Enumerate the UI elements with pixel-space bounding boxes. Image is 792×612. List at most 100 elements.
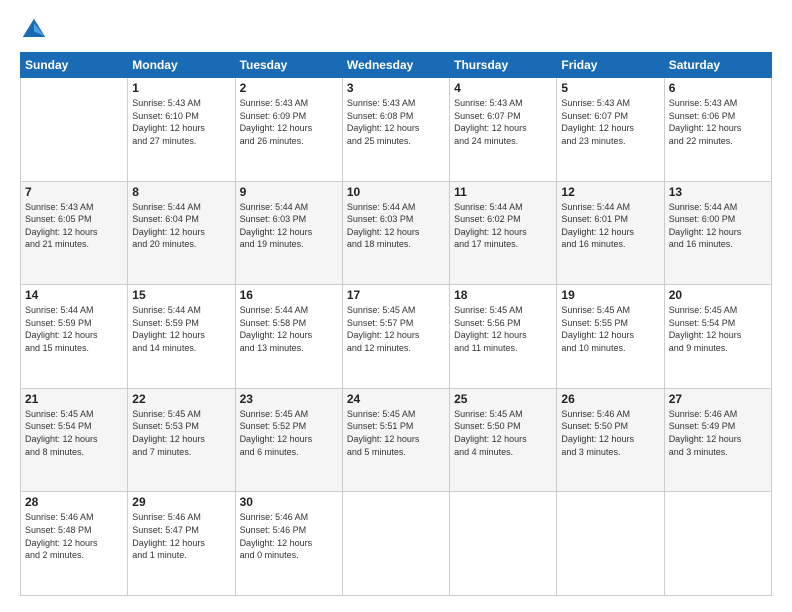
calendar-cell: 17 Sunrise: 5:45 AM Sunset: 5:57 PM Dayli… xyxy=(342,285,449,389)
day-info: Sunrise: 5:43 AM Sunset: 6:08 PM Dayligh… xyxy=(347,97,445,147)
day-number: 5 xyxy=(561,81,659,95)
day-info: Sunrise: 5:45 AM Sunset: 5:55 PM Dayligh… xyxy=(561,304,659,354)
day-number: 7 xyxy=(25,185,123,199)
day-number: 12 xyxy=(561,185,659,199)
calendar-cell: 23 Sunrise: 5:45 AM Sunset: 5:52 PM Dayli… xyxy=(235,388,342,492)
calendar-cell xyxy=(342,492,449,596)
day-number: 21 xyxy=(25,392,123,406)
calendar-header-row: SundayMondayTuesdayWednesdayThursdayFrid… xyxy=(21,53,772,78)
calendar-cell: 15 Sunrise: 5:44 AM Sunset: 5:59 PM Dayli… xyxy=(128,285,235,389)
day-number: 16 xyxy=(240,288,338,302)
calendar-cell: 20 Sunrise: 5:45 AM Sunset: 5:54 PM Dayli… xyxy=(664,285,771,389)
day-header-wednesday: Wednesday xyxy=(342,53,449,78)
day-number: 14 xyxy=(25,288,123,302)
calendar-cell: 25 Sunrise: 5:45 AM Sunset: 5:50 PM Dayli… xyxy=(450,388,557,492)
calendar-cell: 6 Sunrise: 5:43 AM Sunset: 6:06 PM Daylig… xyxy=(664,78,771,182)
calendar-cell: 19 Sunrise: 5:45 AM Sunset: 5:55 PM Dayli… xyxy=(557,285,664,389)
day-number: 29 xyxy=(132,495,230,509)
week-row-1: 7 Sunrise: 5:43 AM Sunset: 6:05 PM Daylig… xyxy=(21,181,772,285)
day-header-sunday: Sunday xyxy=(21,53,128,78)
calendar-cell: 12 Sunrise: 5:44 AM Sunset: 6:01 PM Dayli… xyxy=(557,181,664,285)
day-number: 20 xyxy=(669,288,767,302)
day-info: Sunrise: 5:46 AM Sunset: 5:50 PM Dayligh… xyxy=(561,408,659,458)
day-number: 22 xyxy=(132,392,230,406)
calendar-cell: 4 Sunrise: 5:43 AM Sunset: 6:07 PM Daylig… xyxy=(450,78,557,182)
day-info: Sunrise: 5:44 AM Sunset: 6:01 PM Dayligh… xyxy=(561,201,659,251)
day-number: 4 xyxy=(454,81,552,95)
day-info: Sunrise: 5:45 AM Sunset: 5:51 PM Dayligh… xyxy=(347,408,445,458)
day-info: Sunrise: 5:45 AM Sunset: 5:53 PM Dayligh… xyxy=(132,408,230,458)
calendar-cell: 21 Sunrise: 5:45 AM Sunset: 5:54 PM Dayli… xyxy=(21,388,128,492)
day-info: Sunrise: 5:43 AM Sunset: 6:07 PM Dayligh… xyxy=(454,97,552,147)
day-info: Sunrise: 5:44 AM Sunset: 6:00 PM Dayligh… xyxy=(669,201,767,251)
calendar-cell: 16Sunrise: 5:44 AM Sunset: 5:58 PM Dayli… xyxy=(235,285,342,389)
calendar-cell: 11 Sunrise: 5:44 AM Sunset: 6:02 PM Dayli… xyxy=(450,181,557,285)
day-number: 1 xyxy=(132,81,230,95)
day-info: Sunrise: 5:43 AM Sunset: 6:06 PM Dayligh… xyxy=(669,97,767,147)
day-number: 28 xyxy=(25,495,123,509)
calendar-table: SundayMondayTuesdayWednesdayThursdayFrid… xyxy=(20,52,772,596)
week-row-3: 21 Sunrise: 5:45 AM Sunset: 5:54 PM Dayli… xyxy=(21,388,772,492)
day-number: 11 xyxy=(454,185,552,199)
day-number: 24 xyxy=(347,392,445,406)
day-number: 23 xyxy=(240,392,338,406)
day-number: 10 xyxy=(347,185,445,199)
day-header-monday: Monday xyxy=(128,53,235,78)
calendar-cell: 1 Sunrise: 5:43 AM Sunset: 6:10 PM Daylig… xyxy=(128,78,235,182)
day-header-friday: Friday xyxy=(557,53,664,78)
day-info: Sunrise: 5:45 AM Sunset: 5:52 PM Dayligh… xyxy=(240,408,338,458)
logo-icon xyxy=(20,16,48,44)
week-row-4: 28 Sunrise: 5:46 AM Sunset: 5:48 PM Dayli… xyxy=(21,492,772,596)
day-info: Sunrise: 5:43 AM Sunset: 6:09 PM Dayligh… xyxy=(240,97,338,147)
calendar-cell: 13 Sunrise: 5:44 AM Sunset: 6:00 PM Dayli… xyxy=(664,181,771,285)
calendar-cell: 2 Sunrise: 5:43 AM Sunset: 6:09 PM Daylig… xyxy=(235,78,342,182)
day-header-tuesday: Tuesday xyxy=(235,53,342,78)
day-info: Sunrise: 5:44 AM Sunset: 5:59 PM Dayligh… xyxy=(132,304,230,354)
week-row-0: 1 Sunrise: 5:43 AM Sunset: 6:10 PM Daylig… xyxy=(21,78,772,182)
day-number: 27 xyxy=(669,392,767,406)
calendar-cell: 9 Sunrise: 5:44 AM Sunset: 6:03 PM Daylig… xyxy=(235,181,342,285)
header xyxy=(20,16,772,44)
day-number: 15 xyxy=(132,288,230,302)
calendar-cell xyxy=(450,492,557,596)
calendar-cell: 14 Sunrise: 5:44 AM Sunset: 5:59 PM Dayli… xyxy=(21,285,128,389)
day-info: Sunrise: 5:43 AM Sunset: 6:05 PM Dayligh… xyxy=(25,201,123,251)
day-info: Sunrise: 5:46 AM Sunset: 5:49 PM Dayligh… xyxy=(669,408,767,458)
day-number: 25 xyxy=(454,392,552,406)
calendar-cell: 30Sunrise: 5:46 AM Sunset: 5:46 PM Dayli… xyxy=(235,492,342,596)
day-number: 2 xyxy=(240,81,338,95)
day-header-thursday: Thursday xyxy=(450,53,557,78)
day-info: Sunrise: 5:43 AM Sunset: 6:10 PM Dayligh… xyxy=(132,97,230,147)
calendar-cell: 3Sunrise: 5:43 AM Sunset: 6:08 PM Daylig… xyxy=(342,78,449,182)
day-number: 26 xyxy=(561,392,659,406)
day-number: 6 xyxy=(669,81,767,95)
day-info: Sunrise: 5:45 AM Sunset: 5:56 PM Dayligh… xyxy=(454,304,552,354)
day-info: Sunrise: 5:44 AM Sunset: 5:59 PM Dayligh… xyxy=(25,304,123,354)
day-number: 18 xyxy=(454,288,552,302)
day-info: Sunrise: 5:44 AM Sunset: 6:04 PM Dayligh… xyxy=(132,201,230,251)
day-info: Sunrise: 5:44 AM Sunset: 6:03 PM Dayligh… xyxy=(240,201,338,251)
day-number: 9 xyxy=(240,185,338,199)
day-info: Sunrise: 5:45 AM Sunset: 5:54 PM Dayligh… xyxy=(25,408,123,458)
calendar-cell: 22 Sunrise: 5:45 AM Sunset: 5:53 PM Dayli… xyxy=(128,388,235,492)
day-info: Sunrise: 5:46 AM Sunset: 5:46 PM Dayligh… xyxy=(240,511,338,561)
calendar-cell xyxy=(21,78,128,182)
day-number: 13 xyxy=(669,185,767,199)
day-info: Sunrise: 5:44 AM Sunset: 6:02 PM Dayligh… xyxy=(454,201,552,251)
calendar-cell: 7 Sunrise: 5:43 AM Sunset: 6:05 PM Daylig… xyxy=(21,181,128,285)
day-info: Sunrise: 5:46 AM Sunset: 5:48 PM Dayligh… xyxy=(25,511,123,561)
page: SundayMondayTuesdayWednesdayThursdayFrid… xyxy=(0,0,792,612)
day-info: Sunrise: 5:45 AM Sunset: 5:54 PM Dayligh… xyxy=(669,304,767,354)
calendar-cell: 10 Sunrise: 5:44 AM Sunset: 6:03 PM Dayli… xyxy=(342,181,449,285)
day-info: Sunrise: 5:45 AM Sunset: 5:50 PM Dayligh… xyxy=(454,408,552,458)
calendar-cell xyxy=(557,492,664,596)
calendar-cell: 18 Sunrise: 5:45 AM Sunset: 5:56 PM Dayli… xyxy=(450,285,557,389)
logo xyxy=(20,16,52,44)
day-info: Sunrise: 5:43 AM Sunset: 6:07 PM Dayligh… xyxy=(561,97,659,147)
day-info: Sunrise: 5:45 AM Sunset: 5:57 PM Dayligh… xyxy=(347,304,445,354)
day-info: Sunrise: 5:44 AM Sunset: 6:03 PM Dayligh… xyxy=(347,201,445,251)
week-row-2: 14 Sunrise: 5:44 AM Sunset: 5:59 PM Dayli… xyxy=(21,285,772,389)
day-number: 17 xyxy=(347,288,445,302)
day-number: 19 xyxy=(561,288,659,302)
calendar-cell: 8Sunrise: 5:44 AM Sunset: 6:04 PM Daylig… xyxy=(128,181,235,285)
